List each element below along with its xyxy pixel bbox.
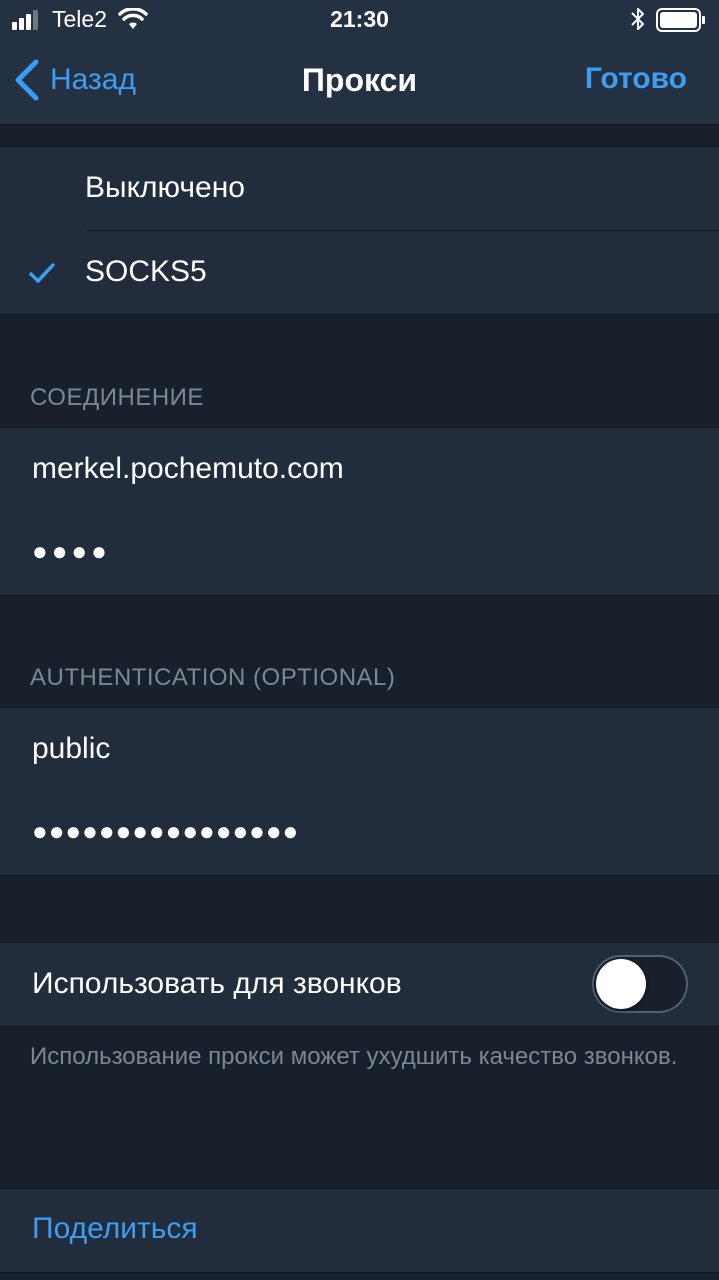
clock: 21:30 bbox=[330, 6, 389, 32]
port-value: ●●●● bbox=[32, 536, 111, 566]
proxy-option-off[interactable]: Выключено bbox=[0, 147, 719, 230]
port-field[interactable]: ●●●● bbox=[0, 512, 719, 595]
calls-label: Использовать для звонков bbox=[32, 967, 402, 1000]
proxy-type-group: Выключено SOCKS5 bbox=[0, 146, 719, 315]
calls-toggle[interactable] bbox=[592, 955, 688, 1013]
username-value: public bbox=[32, 732, 111, 765]
share-button[interactable]: Поделиться bbox=[32, 1212, 198, 1246]
battery-icon bbox=[656, 8, 705, 32]
password-value: ●●●●●●●●●●●●●●●● bbox=[32, 816, 300, 846]
calls-footnote: Использование прокси может ухудшить каче… bbox=[30, 1043, 678, 1070]
connection-group: merkel.pochemuto.com ●●●● bbox=[0, 427, 719, 596]
server-value: merkel.pochemuto.com bbox=[32, 452, 344, 485]
proxy-option-socks5[interactable]: SOCKS5 bbox=[0, 231, 719, 314]
proxy-option-off-label: Выключено bbox=[85, 171, 245, 204]
proxy-option-socks5-label: SOCKS5 bbox=[85, 255, 207, 288]
server-field[interactable]: merkel.pochemuto.com bbox=[0, 428, 719, 511]
authentication-header: AUTHENTICATION (OPTIONAL) bbox=[30, 664, 396, 691]
bluetooth-icon bbox=[631, 8, 644, 30]
connection-header: СОЕДИНЕНИЕ bbox=[30, 384, 204, 411]
authentication-group: public ●●●●●●●●●●●●●●●● bbox=[0, 707, 719, 876]
toggle-knob bbox=[596, 959, 646, 1009]
username-field[interactable]: public bbox=[0, 708, 719, 791]
password-field[interactable]: ●●●●●●●●●●●●●●●● bbox=[0, 792, 719, 875]
navigation-bar: Назад Прокси Готово bbox=[0, 40, 719, 125]
done-button[interactable]: Готово bbox=[585, 62, 687, 96]
status-bar: Tele2 21:30 bbox=[0, 0, 719, 40]
checkmark-icon bbox=[29, 263, 55, 283]
